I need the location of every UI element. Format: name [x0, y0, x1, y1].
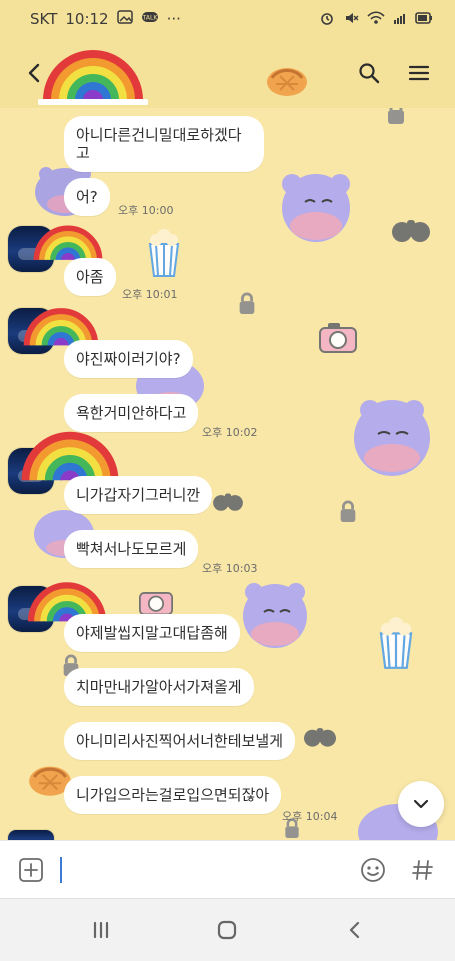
message-bubble[interactable]: 치마만내가알아서가져올게 — [64, 668, 254, 706]
mute-icon — [343, 10, 359, 30]
timestamp: 오후 10:01 — [122, 288, 178, 301]
talk-icon: TALK — [141, 10, 159, 28]
status-more: ··· — [166, 10, 181, 28]
search-icon — [359, 63, 380, 84]
message-bubble[interactable]: 아니다른건니밀대로하겠다고 — [64, 116, 264, 172]
alarm-icon — [319, 10, 335, 30]
message-text: 아좀 — [76, 268, 104, 286]
message-bubble[interactable]: 야제발씹지말고대답좀해 — [64, 614, 240, 652]
message-bubble[interactable]: 빡쳐서나도모르게 — [64, 530, 199, 568]
message-bubble[interactable]: 니가갑자기그러니깐 — [64, 476, 213, 514]
lock-icon — [337, 498, 359, 528]
timestamp: 오후 10:00 — [118, 204, 174, 217]
message-bubble[interactable]: 야진짜이러기야? — [64, 340, 193, 378]
message-text: 아니다른건니밀대로하겠다고 — [76, 126, 242, 162]
status-left: SKT 10:12 TALK ··· — [30, 10, 181, 28]
timestamp: 오후 10:04 — [282, 810, 338, 823]
svg-text:TALK: TALK — [141, 15, 158, 22]
menu-icon — [408, 65, 430, 81]
message-bubble[interactable]: 아좀 — [64, 258, 116, 296]
message-text: 니가갑자기그러니깐 — [76, 486, 201, 504]
popcorn-icon — [144, 226, 184, 282]
home-button[interactable] — [210, 915, 244, 945]
lock-icon — [384, 108, 408, 130]
message-text: 빡쳐서나도모르게 — [76, 540, 187, 558]
lock-icon — [236, 290, 258, 320]
hippo-face-sticker-icon — [232, 574, 318, 664]
message-text: 욕한거미안하다고 — [76, 404, 187, 422]
profile-rainbow-sticker — [37, 42, 149, 110]
message-input[interactable] — [70, 851, 340, 889]
popcorn-icon — [374, 614, 418, 674]
text-cursor — [60, 857, 62, 883]
carrier: SKT — [30, 10, 58, 28]
message-composer — [0, 840, 455, 899]
nav-back-icon — [349, 921, 360, 939]
scroll-to-bottom-button[interactable] — [398, 781, 444, 827]
recent-apps-icon — [93, 921, 109, 939]
home-icon — [217, 920, 237, 940]
message-text: 치마만내가알아서가져올게 — [76, 678, 242, 696]
bread-sticker-icon — [264, 58, 310, 102]
hippo-face-sticker-icon — [270, 164, 362, 260]
search-button[interactable] — [352, 56, 386, 90]
status-bar: SKT 10:12 TALK ··· — [0, 0, 455, 38]
message-bubble[interactable]: 아니미리사진찍어서너한테보낼게 — [64, 722, 296, 760]
message-bubble[interactable]: 욕한거미안하다고 — [64, 394, 199, 432]
plus-box-icon — [19, 858, 43, 882]
wifi-icon — [367, 11, 385, 29]
message-text: 니가입으라는걸로입으면되잖아 — [76, 786, 270, 804]
message-text: 야진짜이러기야? — [76, 350, 181, 368]
message-bubble[interactable]: 어? — [64, 178, 110, 216]
hashtag-icon — [412, 860, 433, 880]
signal-icon — [393, 11, 407, 29]
timestamp: 오후 10:03 — [202, 562, 258, 575]
binoculars-icon — [210, 484, 246, 518]
timestamp: 오후 10:02 — [202, 426, 258, 439]
nav-back-button[interactable] — [338, 915, 372, 945]
recent-apps-button[interactable] — [84, 915, 118, 945]
chevron-down-icon — [413, 799, 429, 809]
binoculars-icon — [388, 208, 434, 250]
gallery-icon — [116, 10, 133, 28]
message-text: 아니미리사진찍어서너한테보낼게 — [76, 732, 284, 750]
message-bubble[interactable]: 니가입으라는걸로입으면되잖아 — [64, 776, 282, 814]
binoculars-icon — [300, 718, 340, 754]
message-text: 야제발씹지말고대답좀해 — [76, 624, 228, 642]
system-nav-bar — [0, 898, 455, 961]
clock: 10:12 — [65, 10, 109, 28]
message-text: 어? — [76, 188, 98, 206]
hippo-face-sticker-icon — [340, 388, 440, 492]
smiley-icon — [361, 858, 385, 882]
attach-button[interactable] — [14, 853, 48, 887]
hashtag-button[interactable] — [406, 853, 440, 887]
emoji-button[interactable] — [356, 853, 390, 887]
menu-button[interactable] — [402, 56, 436, 90]
battery-icon — [415, 11, 433, 29]
chat-area[interactable]: 아니다른건니밀대로하겠다고 어? 오후 10:00 아좀 오후 10:01 야진… — [0, 108, 455, 840]
chat-header — [0, 38, 455, 109]
camera-icon — [316, 318, 360, 360]
status-right — [319, 10, 433, 30]
avatar[interactable] — [8, 830, 54, 840]
